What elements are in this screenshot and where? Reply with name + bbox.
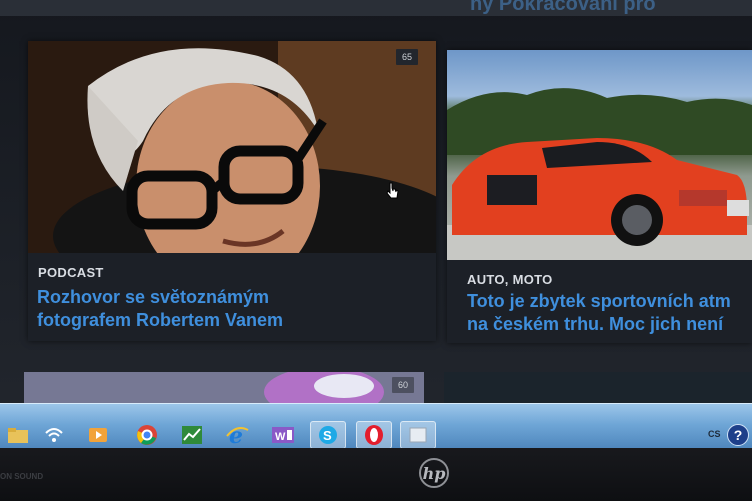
comment-count-badge[interactable]: 65 bbox=[395, 49, 418, 65]
headline-line-1[interactable]: Toto je zbytek sportovních atm bbox=[467, 291, 731, 311]
laptop-bezel: ON SOUND hp bbox=[0, 448, 752, 501]
folder-icon[interactable] bbox=[0, 421, 36, 449]
article-card-podcast[interactable]: 65 PODCAST Rozhovor se světoznámým fotog… bbox=[28, 41, 436, 341]
article-photo-car[interactable] bbox=[447, 50, 752, 260]
article-photo-portrait[interactable] bbox=[28, 41, 436, 253]
skype-icon[interactable]: S bbox=[310, 421, 346, 449]
headline-line-2[interactable]: fotografem Robertem Vanem bbox=[37, 310, 283, 330]
article-card-preview[interactable]: 60 bbox=[24, 372, 424, 404]
section-title: ny Pokračování pro bbox=[470, 0, 656, 15]
article-caption: PODCAST Rozhovor se světoznámým fotograf… bbox=[28, 253, 436, 341]
stocks-app-icon[interactable] bbox=[174, 421, 210, 449]
sound-label: ON SOUND bbox=[0, 472, 44, 481]
headline-line-1[interactable]: Rozhovor se světoznámým bbox=[37, 287, 269, 307]
article-headline[interactable]: Rozhovor se světoznámým fotografem Rober… bbox=[37, 286, 283, 332]
taskbar: e W S CS ? bbox=[0, 403, 752, 449]
svg-text:W: W bbox=[275, 431, 286, 443]
window-switch-icon[interactable] bbox=[400, 421, 436, 449]
article-card-preview[interactable] bbox=[444, 372, 752, 404]
article-headline[interactable]: Toto je zbytek sportovních atm na českém… bbox=[467, 290, 731, 336]
headline-line-2[interactable]: na českém trhu. Moc jich není bbox=[467, 314, 723, 334]
hp-logo-icon: hp bbox=[419, 458, 449, 488]
network-icon[interactable] bbox=[36, 421, 72, 449]
word-icon[interactable]: W bbox=[265, 421, 301, 449]
help-icon[interactable]: ? bbox=[727, 424, 749, 446]
opera-icon[interactable] bbox=[356, 421, 392, 449]
article-caption: AUTO, MOTO Toto je zbytek sportovních at… bbox=[447, 260, 752, 343]
media-player-icon[interactable] bbox=[80, 421, 116, 449]
article-category[interactable]: PODCAST bbox=[38, 265, 104, 280]
header-strip: ny Pokračování pro bbox=[0, 0, 752, 16]
article-category[interactable]: AUTO, MOTO bbox=[467, 272, 553, 287]
chrome-icon[interactable] bbox=[129, 421, 165, 449]
comment-count-badge[interactable]: 60 bbox=[391, 377, 414, 393]
browser-viewport: ny Pokračování pro 65 PODCAST Rozhovor s… bbox=[0, 0, 752, 452]
article-card-auto[interactable]: AUTO, MOTO Toto je zbytek sportovních at… bbox=[447, 50, 752, 343]
internet-explorer-icon[interactable]: e bbox=[219, 421, 255, 449]
language-indicator[interactable]: CS bbox=[708, 429, 721, 439]
mouse-pointer-icon bbox=[386, 182, 400, 205]
svg-text:S: S bbox=[323, 428, 332, 443]
